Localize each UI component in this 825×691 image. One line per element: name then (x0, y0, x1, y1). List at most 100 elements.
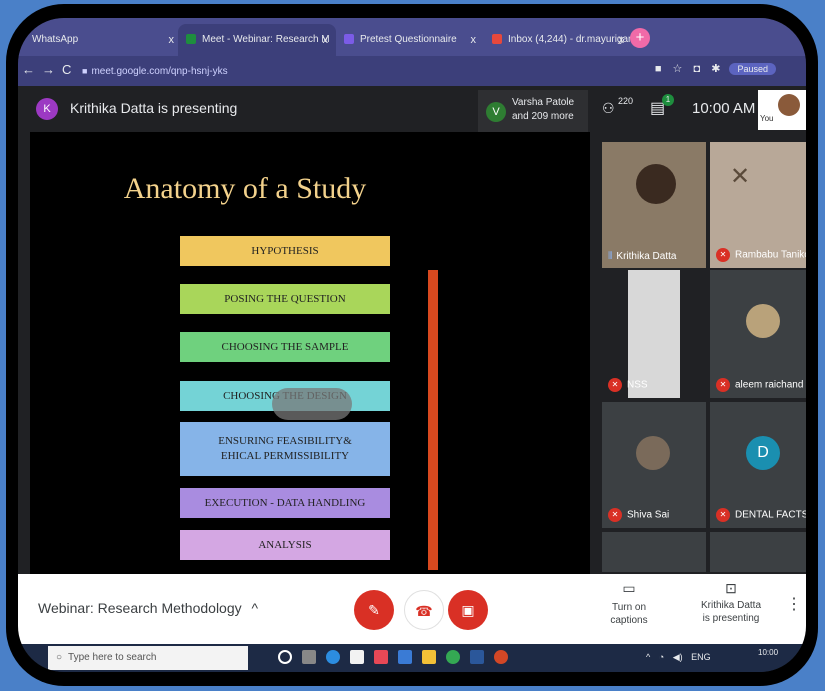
people-icon[interactable]: ⚇ (602, 100, 615, 117)
participant-tile[interactable] (602, 532, 706, 572)
star-icon[interactable]: ☆ (673, 63, 683, 75)
profile-paused-button[interactable]: Paused (729, 63, 776, 75)
step-box: EXECUTION - DATA HANDLING (180, 488, 390, 518)
slide-accent-bar (428, 270, 438, 570)
tab-label: WhatsApp (32, 34, 79, 45)
store-icon[interactable] (350, 650, 364, 664)
taskbar-search[interactable]: ○ Type here to search (48, 646, 248, 670)
meet-header: K Krithika Datta is presenting V Varsha … (18, 86, 806, 132)
chat-badge: 1 (662, 94, 674, 106)
browser-toolbar-icons: ■ ☆ ◘ ✱ Paused (655, 62, 776, 75)
more-options-icon[interactable]: ⋮ (786, 594, 802, 614)
chrome-icon[interactable] (446, 650, 460, 664)
presenting-button[interactable]: ⊡ Krithika Datta is presenting (696, 580, 766, 625)
speaking-icon: ⦀ (608, 251, 613, 262)
avatar (778, 94, 800, 116)
puzzle-icon[interactable]: ✱ (711, 63, 720, 75)
participant-tile[interactable]: D ✕ DENTAL FACTS (710, 402, 806, 528)
step-box: CHOOSING THE SAMPLE (180, 332, 390, 362)
extension-icon[interactable]: ◘ (693, 63, 700, 75)
meet-control-bar: Webinar: Research Methodology ^ ✎ ☎ ▣ ▭ … (18, 574, 806, 644)
participant-tile[interactable]: ✕ NSS (602, 270, 706, 398)
reload-icon[interactable]: C (62, 62, 71, 77)
search-icon: ○ (56, 652, 63, 663)
tab-inbox[interactable]: Inbox (4,244) - dr.mayuriganesh x (484, 24, 632, 56)
avatar: D (746, 436, 780, 470)
participant-count: 220 (618, 96, 634, 106)
tab-bar: WhatsApp x Meet - Webinar: Research M x … (18, 18, 806, 56)
volume-icon[interactable]: ◀) (673, 652, 683, 662)
captions-label: Turn on captions (610, 602, 648, 626)
leave-call-button[interactable]: ☎ (404, 590, 444, 630)
tab-meet[interactable]: Meet - Webinar: Research M x (178, 24, 336, 56)
captions-button[interactable]: ▭ Turn on captions (594, 581, 664, 627)
lock-icon: ■ (82, 66, 88, 76)
present-icon: ⊡ (725, 580, 737, 596)
mic-off-icon: ✎ (368, 602, 380, 618)
self-view[interactable]: You (758, 90, 806, 130)
step-label: EXECUTION - DATA HANDLING (204, 496, 366, 509)
participant-tile[interactable]: ⦀ Krithika Datta (602, 142, 706, 268)
viewer-avatar: V (486, 102, 506, 122)
presenting-text: Krithika Datta is presenting (70, 100, 238, 116)
url-text: meet.google.com/qnp-hsnj-yks (91, 66, 228, 77)
participant-name: ⦀ Krithika Datta (608, 251, 677, 262)
network-icon[interactable]: ◔ (659, 652, 664, 662)
viewer-card[interactable]: V Varsha Patole and 209 more (478, 90, 588, 132)
tab-pretest[interactable]: Pretest Questionnaire x (336, 24, 484, 56)
system-tray: ^ ◔ ◀) ENG (646, 652, 711, 663)
chevron-up-icon[interactable]: ^ (646, 652, 650, 662)
file-explorer-icon[interactable] (422, 650, 436, 664)
participant-tile[interactable]: ✕ ✕Rambabu Tanikon... (710, 142, 806, 268)
edge-icon[interactable] (326, 650, 340, 664)
gmail-icon (492, 34, 502, 45)
address-bar: ← → C ■ meet.google.com/qnp-hsnj-yks ■ ☆ … (18, 56, 806, 86)
slide-title: Anatomy of a Study (123, 172, 367, 205)
step-box: POSING THE QUESTION (180, 284, 390, 314)
pointer-overlay (272, 388, 352, 420)
close-icon[interactable]: x (169, 24, 175, 56)
close-icon[interactable]: x (619, 24, 625, 56)
avatar (636, 436, 670, 470)
screen-frame: WhatsApp x Meet - Webinar: Research M x … (6, 4, 818, 686)
meeting-details[interactable]: Webinar: Research Methodology ^ (38, 600, 258, 616)
participant-name: ✕ DENTAL FACTS (716, 508, 806, 522)
os-taskbar: ○ Type here to search ^ ◔ ◀) ENG 10:00 (18, 644, 806, 672)
close-icon[interactable]: x (471, 24, 477, 56)
presenting-line1: Krithika Datta (700, 600, 762, 611)
participant-tile[interactable] (710, 532, 806, 572)
hang-up-icon: ☎ (415, 603, 433, 619)
participant-tile[interactable]: ✕ aleem raichand (710, 270, 806, 398)
mic-off-icon: ✕ (716, 508, 730, 522)
language-indicator[interactable]: ENG (691, 652, 711, 662)
camera-off-icon: ▣ (461, 602, 475, 618)
gift-icon[interactable] (374, 650, 388, 664)
participant-name: ✕Rambabu Tanikon... (716, 248, 806, 262)
taskbar-clock[interactable]: 10:00 (758, 648, 778, 658)
step-label: ANALYSIS (258, 538, 312, 551)
participant-tile[interactable]: ✕ Shiva Sai (602, 402, 706, 528)
mic-off-icon: ✕ (716, 378, 730, 392)
new-tab-button[interactable]: + (630, 28, 650, 48)
powerpoint-icon[interactable] (494, 650, 508, 664)
step-box: HYPOTHESIS (180, 236, 390, 266)
camera-icon[interactable]: ■ (655, 63, 662, 75)
ceiling-fan-icon: ✕ (730, 163, 751, 190)
cortana-icon[interactable] (278, 650, 292, 664)
tab-whatsapp[interactable]: WhatsApp x (18, 24, 182, 56)
close-icon[interactable]: x (323, 24, 329, 56)
step-box: ANALYSIS (180, 530, 390, 560)
presenting-line2: is presenting (702, 613, 760, 624)
tab-label: Inbox (4,244) - dr.mayuriganesh (508, 34, 632, 45)
mail-icon[interactable] (398, 650, 412, 664)
back-icon[interactable]: ← (22, 62, 35, 77)
url-field[interactable]: ■ meet.google.com/qnp-hsnj-yks (82, 60, 552, 82)
you-label: You (760, 114, 774, 123)
camera-toggle-button[interactable]: ▣ (448, 590, 488, 630)
forward-icon[interactable]: → (42, 62, 55, 77)
mic-toggle-button[interactable]: ✎ (354, 590, 394, 630)
viewer-name: Varsha Patole (512, 97, 575, 108)
word-icon[interactable] (470, 650, 484, 664)
tab-label: Meet - Webinar: Research M (202, 34, 330, 45)
task-view-icon[interactable] (302, 650, 316, 664)
